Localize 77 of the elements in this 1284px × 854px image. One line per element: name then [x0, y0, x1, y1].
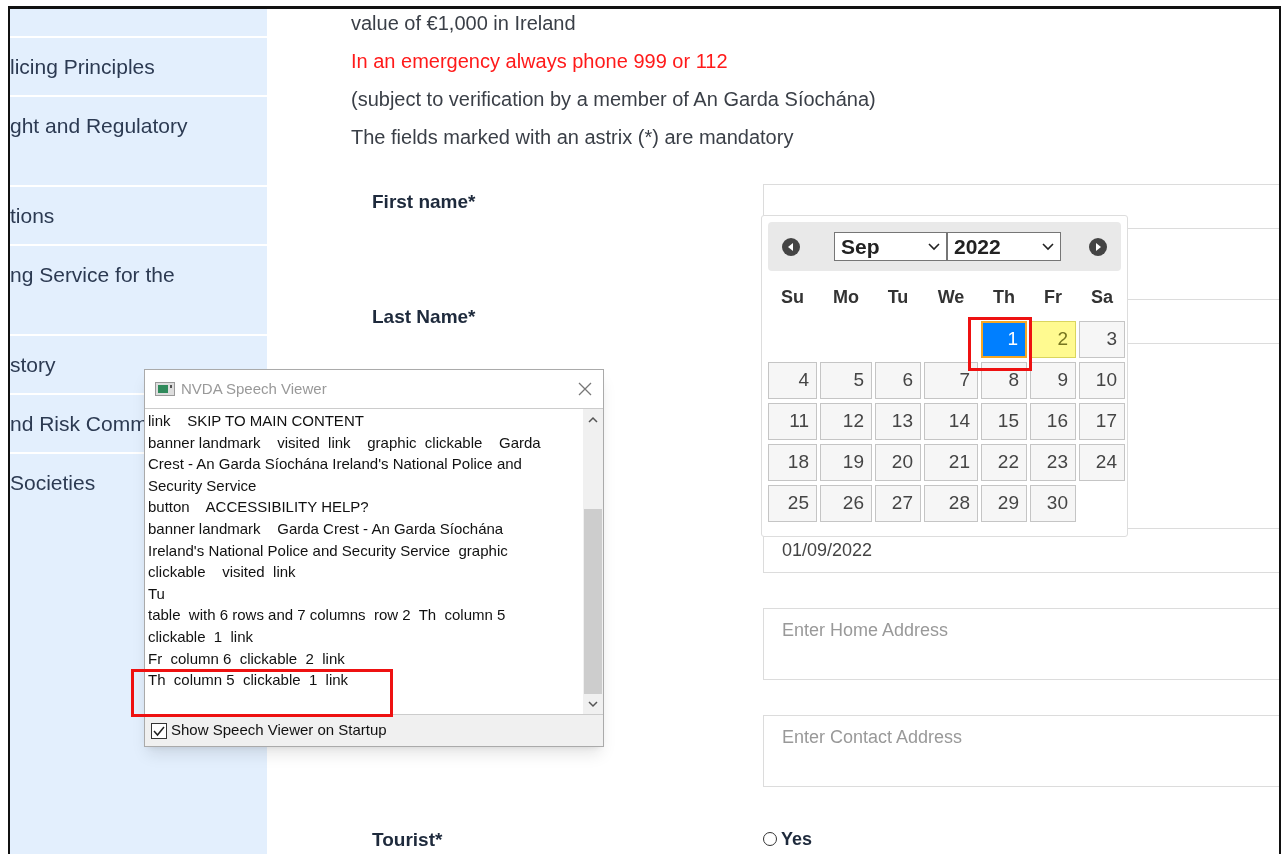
day-cell[interactable]: 4 — [768, 362, 817, 399]
next-month-icon[interactable] — [1089, 237, 1107, 256]
day-cell[interactable]: 26 — [820, 485, 872, 522]
day-cell[interactable]: 1 — [981, 321, 1027, 358]
close-icon[interactable] — [577, 381, 593, 397]
day-cell[interactable]: 17 — [1079, 403, 1125, 440]
sidebar-link[interactable]: story — [10, 351, 56, 379]
day-cell[interactable]: 6 — [875, 362, 921, 399]
weekday-label: Fr — [1043, 285, 1063, 309]
day-cell[interactable]: 9 — [1030, 362, 1076, 399]
scrollbar[interactable] — [583, 409, 603, 714]
day-cell[interactable]: 27 — [875, 485, 921, 522]
checkbox-label: Show Speech Viewer on Startup — [171, 720, 387, 741]
day-cell[interactable]: 19 — [820, 444, 872, 481]
day-cell[interactable]: 15 — [981, 403, 1027, 440]
speech-line: link SKIP TO MAIN CONTENT — [148, 411, 365, 431]
day-cell[interactable]: 7 — [924, 362, 978, 399]
intro-text: value of €1,000 in Ireland — [351, 11, 577, 36]
weekday-label: Sa — [1090, 285, 1114, 309]
day-cell[interactable]: 10 — [1079, 362, 1125, 399]
day-cell[interactable]: 24 — [1079, 444, 1125, 481]
speech-line: table with 6 rows and 7 columns row 2 Th column 5 — [148, 605, 507, 626]
day-cell[interactable]: 3 — [1079, 321, 1125, 358]
intro-text: In an emergency always phone 999 or 112 — [351, 49, 729, 75]
speech-line: Th column 5 clickable 1 link — [148, 670, 350, 691]
window-title: NVDA Speech Viewer — [181, 378, 327, 399]
speech-line: clickable 1 link — [148, 626, 255, 647]
speech-line: Tu — [148, 583, 166, 604]
weekday-label: Th — [992, 285, 1016, 309]
speech-line: Security Service — [148, 475, 258, 496]
sidebar-link[interactable]: ght and Regulatory — [10, 112, 188, 140]
weekday-label: Su — [780, 285, 805, 309]
day-cell[interactable]: 20 — [875, 444, 921, 481]
speech-line: Ireland's National Police and Security Service graphic — [148, 540, 509, 561]
weekday-label: Mo — [832, 285, 860, 309]
day-cell[interactable]: 25 — [768, 485, 817, 522]
speech-line: clickable visited link — [148, 562, 297, 583]
day-cell[interactable]: 12 — [820, 403, 872, 440]
day-cell[interactable]: 13 — [875, 403, 921, 440]
chevron-down-icon — [1042, 242, 1054, 251]
day-cell[interactable]: 23 — [1030, 444, 1076, 481]
day-cell[interactable]: 18 — [768, 444, 817, 481]
sidebar-link[interactable]: ng Service for the — [10, 261, 175, 289]
sidebar-link[interactable]: licing Principles — [10, 53, 155, 81]
day-cell[interactable]: 30 — [1030, 485, 1076, 522]
sidebar-link[interactable]: Societies — [10, 469, 96, 497]
day-cell[interactable]: 14 — [924, 403, 978, 440]
scrollbar-thumb[interactable] — [584, 509, 602, 694]
field-label: Last Name* — [372, 305, 476, 327]
weekday-label: Tu — [886, 285, 910, 309]
speech-line: Fr column 6 clickable 2 link — [148, 648, 346, 669]
speech-line: banner landmark visited link graphic clickable Garda — [148, 432, 542, 453]
app-icon — [155, 382, 175, 396]
year-select[interactable]: 2022 — [947, 232, 1061, 261]
intro-text: The fields marked with an astrix (*) are mandatory — [351, 125, 795, 151]
day-cell[interactable]: 28 — [924, 485, 978, 522]
day-cell[interactable]: 11 — [768, 403, 817, 440]
day-cell[interactable]: 16 — [1030, 403, 1076, 440]
field-label: Tourist* — [372, 828, 443, 850]
speech-line: button ACCESSIBILITY HELP? — [148, 497, 370, 518]
month-select[interactable]: Sep — [834, 232, 947, 261]
day-cell[interactable]: 22 — [981, 444, 1027, 481]
highlight-frame — [968, 317, 1032, 371]
checkbox[interactable] — [151, 722, 167, 739]
day-cell[interactable]: 5 — [820, 362, 872, 399]
sidebar-link[interactable]: tions — [10, 202, 55, 230]
day-cell[interactable]: 2 — [1030, 321, 1076, 358]
day-cell[interactable]: 21 — [924, 444, 978, 481]
radio-label: Yes — [781, 827, 813, 851]
weekday-label: We — [936, 285, 966, 309]
speech-line: Crest - An Garda Síochána Ireland's National Police and — [148, 454, 523, 475]
speech-line: banner landmark Garda Crest - An Garda Síochána — [148, 518, 505, 539]
previous-month-icon[interactable] — [782, 237, 800, 256]
chevron-down-icon — [928, 242, 940, 251]
day-cell[interactable]: 29 — [981, 485, 1027, 522]
field-label: First name* — [372, 190, 476, 212]
intro-text: (subject to verification by a member of An Garda Síochána) — [351, 87, 877, 113]
